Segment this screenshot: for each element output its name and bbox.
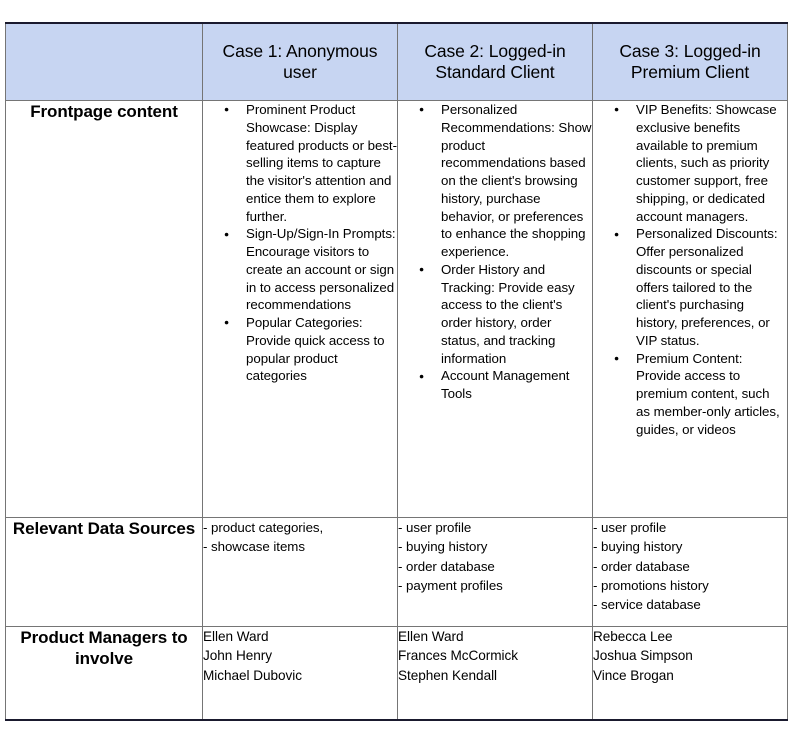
column-header-case-3: Case 3: Logged-in Premium Client [592, 22, 788, 101]
cell-managers-case-1: Ellen Ward John Henry Michael Dubovic [202, 626, 398, 721]
list-item: Premium Content: Provide access to premi… [614, 350, 787, 439]
list-item: Personalized Discounts: Offer personaliz… [614, 225, 787, 349]
list-item: - promotions history [593, 577, 709, 593]
list-item: - buying history [593, 539, 683, 555]
list-item: VIP Benefits: Showcase exclusive benefit… [614, 101, 787, 225]
table-row: Product Managers to involve Ellen Ward J… [5, 626, 788, 721]
list-item: - product categories, [203, 520, 324, 535]
bullet-list: Prominent Product Showcase: Display feat… [203, 101, 397, 385]
list-item: - user profile [398, 520, 472, 535]
column-header-case-1: Case 1: Anonymous user [202, 22, 398, 101]
row-label-relevant-data-sources: Relevant Data Sources [5, 517, 203, 627]
page-canvas: Case 1: Anonymous user Case 2: Logged-in… [0, 0, 800, 742]
table-row: Relevant Data Sources - product categori… [5, 517, 788, 627]
list-item: Michael Dubovic [203, 667, 302, 683]
list-item: John Henry [203, 648, 273, 664]
table-row: Frontpage content Prominent Product Show… [5, 100, 788, 518]
list-item: Vince Brogan [593, 667, 674, 683]
bullet-list: VIP Benefits: Showcase exclusive benefit… [593, 101, 787, 438]
cell-sources-case-2: - user profile - buying history - order … [397, 517, 593, 627]
list-item: Frances McCormick [398, 648, 518, 664]
list-item: Account Management Tools [419, 367, 592, 403]
row-label-product-managers: Product Managers to involve [5, 626, 203, 721]
cell-sources-case-1: - product categories, - showcase items [202, 517, 398, 627]
list-item: Rebecca Lee [593, 629, 673, 644]
table-header-row: Case 1: Anonymous user Case 2: Logged-in… [5, 22, 788, 101]
list-item: - payment profiles [398, 577, 503, 593]
list-item: Personalized Recommendations: Show produ… [419, 101, 592, 261]
header-corner-cell [5, 22, 203, 101]
cell-sources-case-3: - user profile - buying history - order … [592, 517, 788, 627]
list-item: Prominent Product Showcase: Display feat… [224, 101, 397, 225]
list-item: Order History and Tracking: Provide easy… [419, 261, 592, 368]
list-item: Popular Categories: Provide quick access… [224, 314, 397, 385]
list-item: - order database [398, 558, 495, 574]
cell-frontpage-case-2: Personalized Recommendations: Show produ… [397, 100, 593, 518]
list-item: Ellen Ward [203, 629, 269, 644]
list-item: Sign-Up/Sign-In Prompts: Encourage visit… [224, 225, 397, 314]
column-header-case-2: Case 2: Logged-in Standard Client [397, 22, 593, 101]
bullet-list: Personalized Recommendations: Show produ… [398, 101, 592, 403]
list-item: - service database [593, 597, 701, 613]
list-item: - user profile [593, 520, 667, 535]
cell-managers-case-2: Ellen Ward Frances McCormick Stephen Ken… [397, 626, 593, 721]
list-item: - showcase items [203, 539, 305, 555]
cell-frontpage-case-3: VIP Benefits: Showcase exclusive benefit… [592, 100, 788, 518]
list-item: Joshua Simpson [593, 648, 693, 664]
list-item: - buying history [398, 539, 488, 555]
list-item: - order database [593, 558, 690, 574]
row-label-frontpage-content: Frontpage content [5, 100, 203, 518]
cell-frontpage-case-1: Prominent Product Showcase: Display feat… [202, 100, 398, 518]
cell-managers-case-3: Rebecca Lee Joshua Simpson Vince Brogan [592, 626, 788, 721]
use-case-matrix-table: Case 1: Anonymous user Case 2: Logged-in… [5, 22, 788, 721]
list-item: Stephen Kendall [398, 667, 498, 683]
list-item: Ellen Ward [398, 629, 464, 644]
